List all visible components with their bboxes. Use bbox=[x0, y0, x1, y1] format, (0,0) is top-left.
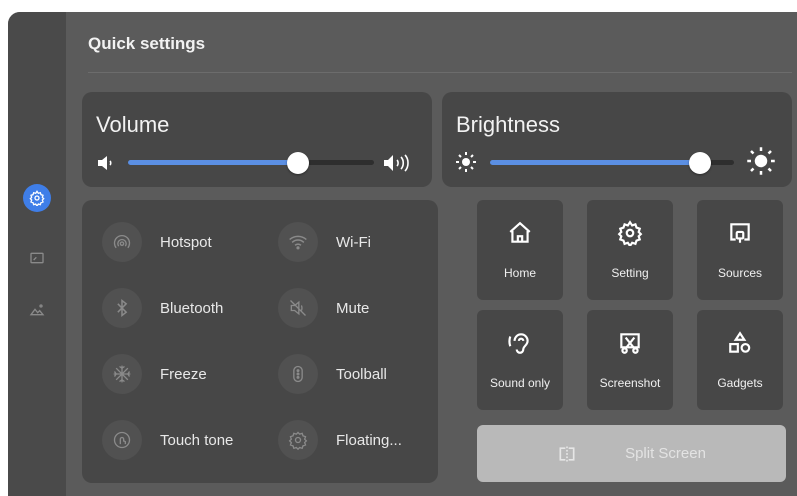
toggle-label: Hotspot bbox=[160, 233, 212, 251]
ear-icon bbox=[508, 333, 529, 354]
tile-label: Screenshot bbox=[599, 376, 661, 390]
split-screen-button[interactable]: Split Screen bbox=[477, 425, 786, 482]
mute-icon bbox=[278, 288, 318, 328]
brightness-label: Brightness bbox=[456, 112, 560, 137]
toggle-bluetooth[interactable]: Bluetooth bbox=[102, 288, 223, 328]
toggle-freeze[interactable]: Freeze bbox=[102, 354, 207, 394]
split-screen-label: Split Screen bbox=[625, 445, 706, 462]
title-divider bbox=[88, 72, 792, 73]
tile-gadgets[interactable]: Gadgets bbox=[697, 310, 783, 410]
snowflake-icon bbox=[102, 354, 142, 394]
floating-gear-icon bbox=[278, 420, 318, 460]
volume-label: Volume bbox=[96, 112, 170, 137]
tile-label: Setting bbox=[611, 266, 649, 280]
display-icon[interactable] bbox=[23, 244, 51, 272]
toggle-label: Bluetooth bbox=[160, 299, 224, 317]
toggle-label: Freeze bbox=[160, 365, 207, 383]
brightness-low-icon bbox=[456, 152, 476, 172]
quick-settings-window: Quick settings Volume Brightness Hotspot… bbox=[8, 12, 797, 496]
toggle-label: Wi-Fi bbox=[336, 233, 371, 251]
settings-gear-icon[interactable] bbox=[23, 184, 51, 212]
toggle-mute[interactable]: Mute bbox=[278, 288, 369, 328]
panel-title: Quick settings bbox=[88, 34, 206, 53]
brightness-slider-handle[interactable] bbox=[688, 152, 711, 174]
sidebar bbox=[8, 12, 66, 496]
home-icon bbox=[509, 221, 531, 243]
toggles-card: Hotspot Wi-Fi Bluetooth Mute Freeze Tool… bbox=[82, 200, 438, 483]
split-screen-icon bbox=[559, 446, 575, 461]
toggle-label: Floating... bbox=[336, 431, 402, 449]
wifi-icon bbox=[278, 222, 318, 262]
brightness-card: Brightness bbox=[442, 92, 792, 187]
brightness-high-icon bbox=[747, 147, 775, 175]
tile-setting[interactable]: Setting bbox=[587, 200, 673, 300]
toggle-toolball[interactable]: Toolball bbox=[278, 354, 387, 394]
toggle-label: Touch tone bbox=[160, 431, 234, 449]
volume-slider-fill bbox=[128, 160, 298, 165]
brightness-slider[interactable] bbox=[490, 152, 734, 174]
toggle-hotspot[interactable]: Hotspot bbox=[102, 222, 212, 262]
hotspot-icon bbox=[102, 222, 142, 262]
bluetooth-icon bbox=[102, 288, 142, 328]
toggle-floating[interactable]: Floating... bbox=[278, 420, 402, 460]
tile-screenshot[interactable]: Screenshot bbox=[587, 310, 673, 410]
tile-sound-only[interactable]: Sound only bbox=[477, 310, 563, 410]
volume-low-icon bbox=[98, 156, 112, 170]
screenshot-icon bbox=[620, 333, 640, 354]
toggle-touch-tone[interactable]: Touch tone bbox=[102, 420, 233, 460]
brightness-slider-fill bbox=[490, 160, 700, 165]
gadgets-icon bbox=[729, 331, 751, 353]
picture-icon[interactable] bbox=[23, 296, 51, 324]
toggle-wifi[interactable]: Wi-Fi bbox=[278, 222, 371, 262]
toolball-icon bbox=[278, 354, 318, 394]
volume-high-icon bbox=[384, 154, 409, 172]
tile-label: Home bbox=[503, 266, 536, 280]
tile-label: Sound only bbox=[489, 376, 551, 390]
volume-card: Volume bbox=[82, 92, 432, 187]
tile-label: Gadgets bbox=[717, 376, 763, 390]
gear-icon bbox=[617, 220, 643, 246]
sources-icon bbox=[730, 223, 750, 243]
tile-home[interactable]: Home bbox=[477, 200, 563, 300]
toggle-label: Toolball bbox=[336, 365, 387, 383]
toggle-label: Mute bbox=[336, 299, 370, 317]
tile-label: Sources bbox=[717, 266, 763, 280]
tile-sources[interactable]: Sources bbox=[697, 200, 783, 300]
volume-slider[interactable] bbox=[128, 152, 374, 174]
touch-tone-icon bbox=[102, 420, 142, 460]
volume-slider-handle[interactable] bbox=[286, 152, 309, 174]
